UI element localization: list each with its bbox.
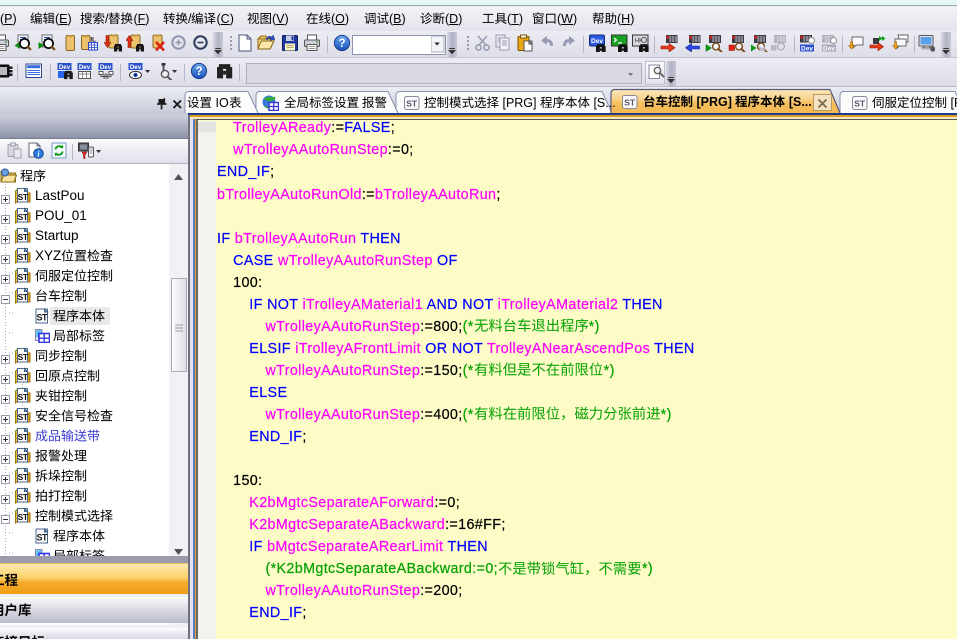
svg-text:ST: ST — [624, 98, 636, 108]
svg-text:ST: ST — [406, 99, 418, 109]
svg-text:Dev: Dev — [59, 64, 71, 71]
svg-text:ST: ST — [18, 292, 29, 302]
svg-text:Dev: Dev — [130, 64, 142, 71]
svg-text:ST: ST — [18, 232, 29, 242]
svg-text:ST: ST — [18, 432, 29, 442]
svg-text:Dev: Dev — [823, 46, 835, 52]
svg-text:ST: ST — [18, 272, 29, 282]
svg-text:ST: ST — [18, 372, 29, 382]
svg-text:ST: ST — [37, 313, 49, 323]
svg-text:?: ? — [338, 38, 345, 50]
svg-text:ST: ST — [18, 412, 29, 422]
svg-text:Dev: Dev — [100, 64, 112, 71]
svg-text:Dev: Dev — [801, 46, 813, 52]
svg-text:ST: ST — [18, 472, 29, 482]
svg-text:Dev: Dev — [79, 64, 91, 71]
svg-text:ST: ST — [18, 252, 29, 262]
svg-text:ST: ST — [37, 533, 49, 543]
svg-text:ST: ST — [18, 452, 29, 462]
svg-text:ST: ST — [18, 352, 29, 362]
svg-text:Dev: Dev — [591, 38, 603, 45]
svg-text:ST: ST — [854, 99, 866, 109]
svg-text:ST: ST — [18, 192, 29, 202]
svg-text:?: ? — [195, 66, 202, 78]
svg-text:ST: ST — [18, 492, 29, 502]
svg-text:ST: ST — [18, 392, 29, 402]
svg-text:ST: ST — [18, 512, 29, 522]
svg-text:ST: ST — [18, 212, 29, 222]
